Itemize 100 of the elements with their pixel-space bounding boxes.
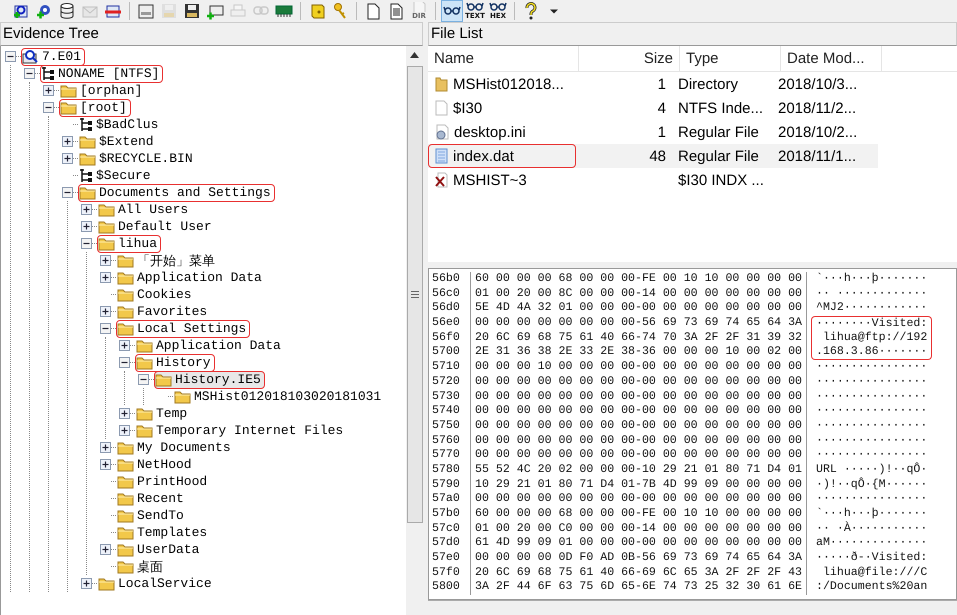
hex-ascii: ················ <box>815 404 928 419</box>
expand-toggle[interactable] <box>100 272 111 283</box>
column-header[interactable]: Size <box>579 46 680 71</box>
tree-item[interactable]: PrintHood <box>116 472 212 490</box>
folder-icon <box>117 270 134 284</box>
tree-item[interactable]: My Documents <box>116 438 235 456</box>
tree-item[interactable]: 7.E01 <box>21 48 86 66</box>
hex-ascii: lihua@ftp://192 <box>811 330 932 346</box>
tree-item[interactable]: $Secure <box>78 166 155 184</box>
expand-toggle[interactable] <box>119 425 130 436</box>
hex-ascii: ················ <box>815 448 928 462</box>
collapse-toggle[interactable] <box>100 323 111 334</box>
hex-bytes: 2E 31 36 38 2E 33 2E 38-36 00 00 00 10 00 02 00 <box>471 345 807 360</box>
collapse-toggle[interactable] <box>138 374 149 385</box>
column-header[interactable]: Type <box>680 46 781 71</box>
folder-icon <box>79 186 96 200</box>
collapse-toggle[interactable] <box>5 51 16 62</box>
expand-toggle[interactable] <box>62 153 73 164</box>
file-name: desktop.ini <box>454 124 526 140</box>
tree-item[interactable]: $BadClus <box>78 116 162 134</box>
file-row[interactable]: index.dat 48 Regular File 2018/11/1... <box>428 144 878 168</box>
tree-item[interactable]: Default User <box>97 218 216 236</box>
file-date: 2018/10/3... <box>778 76 858 92</box>
hex-offset: 56b0 <box>432 272 471 287</box>
expand-toggle[interactable] <box>62 136 73 147</box>
file-row[interactable]: desktop.ini 1 Regular File 2018/10/2... <box>428 120 878 144</box>
hex-bytes: 20 6C 69 68 75 61 40 66-69 6C 65 3A 2F 2F 2F 43 <box>471 566 807 580</box>
hex-offset: 5770 <box>432 448 471 463</box>
deleted-file-icon <box>435 172 448 188</box>
hex-bytes: 00 00 00 10 00 00 00 00-00 00 00 00 00 00 00 00 <box>471 360 807 375</box>
tree-item[interactable]: [root] <box>59 98 131 116</box>
hex-offset: 57d0 <box>432 536 471 552</box>
tree-item[interactable]: Recent <box>116 490 188 508</box>
tree-item[interactable]: All Users <box>97 200 192 218</box>
hex-ascii: ················ <box>815 492 928 507</box>
tree-item[interactable]: $Extend <box>78 132 158 150</box>
scroll-thumb[interactable] <box>406 66 422 523</box>
expand-toggle[interactable] <box>100 544 111 555</box>
collapse-toggle[interactable] <box>24 68 35 79</box>
file-type: Regular File <box>678 124 759 140</box>
file-row[interactable]: $I30 4 NTFS Inde... 2018/11/2... <box>428 96 878 120</box>
expand-toggle[interactable] <box>100 442 111 453</box>
tree-item[interactable]: Favorites <box>116 302 212 320</box>
tree-item[interactable]: Templates <box>116 524 212 542</box>
tree-item[interactable]: Temp <box>135 404 192 422</box>
tree-item[interactable]: LocalService <box>97 574 216 592</box>
tree-item[interactable]: Cookies <box>116 286 196 304</box>
file-date: 2018/10/2... <box>778 124 858 140</box>
tree-item[interactable]: 桌面 <box>116 558 167 576</box>
hex-bytes: 00 00 00 00 00 00 00 00-00 00 00 00 00 00 00 00 <box>471 374 807 390</box>
folder-icon <box>117 288 134 302</box>
tree-item[interactable]: lihua <box>97 234 162 252</box>
tree-item[interactable]: [orphan] <box>59 82 146 100</box>
tree-item[interactable]: 「开始」菜单 <box>116 252 219 270</box>
folder-icon <box>98 576 115 590</box>
expand-toggle[interactable] <box>81 578 92 589</box>
file-row[interactable]: MSHist012018... 1 Directory 2018/10/3... <box>428 72 878 96</box>
tree-item[interactable]: $RECYCLE.BIN <box>78 150 197 168</box>
folder-icon <box>136 406 153 420</box>
file-type: Directory <box>678 76 738 92</box>
hex-offset: 5780 <box>432 462 471 478</box>
expand-toggle[interactable] <box>119 340 130 351</box>
expand-toggle[interactable] <box>81 204 92 215</box>
tree-item[interactable]: Temporary Internet Files <box>135 422 348 440</box>
tree-item[interactable]: Local Settings <box>116 320 250 338</box>
file-name: MSHIST~3 <box>453 172 527 188</box>
folder-icon <box>435 76 448 92</box>
expand-toggle[interactable] <box>100 459 111 470</box>
collapse-toggle[interactable] <box>43 102 54 113</box>
hex-ascii: ················ <box>815 360 928 375</box>
tree-item[interactable]: SendTo <box>116 506 188 524</box>
expand-toggle[interactable] <box>100 255 111 266</box>
tree-item[interactable]: UserData <box>116 540 204 558</box>
tree-item[interactable]: Application Data <box>135 336 285 354</box>
tree-item[interactable]: History.IE5 <box>154 370 265 388</box>
column-header[interactable]: Name <box>428 46 579 71</box>
folder-icon <box>117 304 134 318</box>
tree-item[interactable]: Application Data <box>116 268 266 286</box>
collapse-toggle[interactable] <box>119 357 130 368</box>
panel-header: Evidence Tree <box>0 22 423 46</box>
hex-bytes: 10 29 21 01 80 71 D4 01-7B 4D 99 09 00 00 00 00 <box>471 478 807 492</box>
tree-item[interactable]: NONAME [NTFS] <box>40 64 164 82</box>
hex-ascii: ················ <box>815 390 928 404</box>
expand-toggle[interactable] <box>119 408 130 419</box>
hex-bytes: 5E 4D 4A 32 01 00 00 00-00 00 00 00 00 00 00 00 <box>471 301 807 316</box>
expand-toggle[interactable] <box>100 306 111 317</box>
collapse-toggle[interactable] <box>81 238 92 249</box>
scrollbar[interactable] <box>406 46 423 615</box>
tree-item[interactable]: Documents and Settings <box>78 184 275 202</box>
expand-toggle[interactable] <box>43 85 54 96</box>
hex-ascii: ·)!··qÔ·{M······ <box>815 478 928 492</box>
column-header[interactable]: Date Mod... <box>781 46 882 71</box>
expand-toggle[interactable] <box>81 221 92 232</box>
folder-icon <box>155 372 172 386</box>
tree-item[interactable]: MSHist012018103020181031 <box>173 388 386 406</box>
hex-bytes: 60 00 00 00 68 00 00 00-FE 00 10 10 00 00 00 00 <box>471 272 807 287</box>
tree-item[interactable]: NetHood <box>116 456 196 474</box>
toolbar-button[interactable] <box>441 0 463 22</box>
file-row[interactable]: MSHIST~3 $I30 INDX ... <box>428 168 878 192</box>
collapse-toggle[interactable] <box>62 187 73 198</box>
